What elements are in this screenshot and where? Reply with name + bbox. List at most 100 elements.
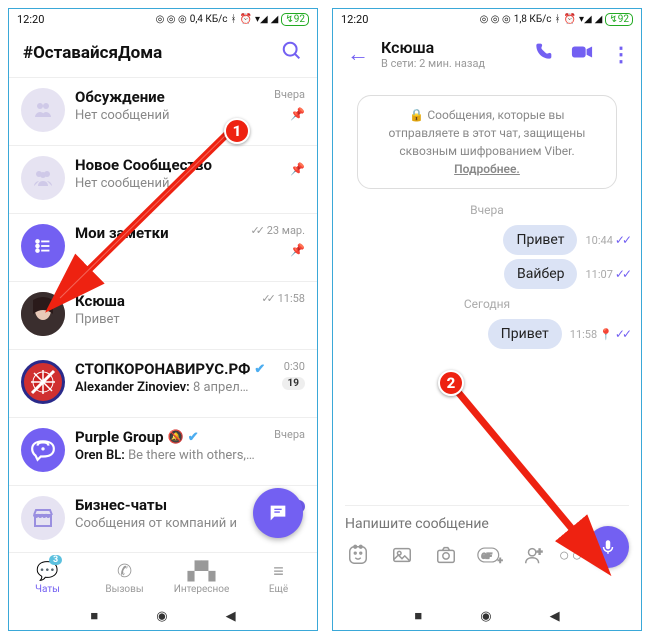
nav-calls[interactable]: ✆ Вызовы: [86, 553, 163, 602]
status-data: 0,4 КБ/с: [190, 14, 228, 25]
recent-apps-button[interactable]: ■: [90, 608, 98, 624]
chat-row-notes[interactable]: Мои заметки ✓✓ 23 мар.📌: [9, 213, 317, 281]
nav-label: Чаты: [35, 584, 60, 595]
battery-indicator: ↯92: [281, 13, 309, 26]
annotation-marker-2: 2: [438, 370, 464, 396]
bluetooth-icon: ᚼ: [230, 14, 236, 25]
wifi-icon: ▾◢: [255, 14, 268, 25]
chat-row-community[interactable]: Новое Сообщество Нет сообщений 📌: [9, 145, 317, 213]
conversation-header: ← Ксюша В сети: 2 мин. назад ⋮: [333, 29, 641, 79]
signal-icon: ◢: [595, 14, 603, 25]
nav-label: Интересное: [174, 584, 230, 595]
message-row[interactable]: Привет 10:44 ✓✓: [345, 225, 629, 255]
home-button[interactable]: ◉: [156, 609, 167, 624]
conversation-body[interactable]: 🔒 Сообщения, которые вы отправляете в эт…: [333, 79, 641, 539]
compose-fab[interactable]: [253, 488, 303, 538]
verified-icon: ✔: [254, 362, 265, 377]
chat-time: 0:30: [284, 360, 305, 373]
chat-title: Новое Сообщество: [75, 156, 305, 174]
video-icon[interactable]: [571, 44, 593, 64]
chat-time: ✓✓ 11:58: [261, 292, 305, 305]
nav-explore[interactable]: ▞▚ Интересное: [163, 553, 240, 602]
lock-icon: 🔒: [409, 108, 424, 122]
message-row[interactable]: Вайбер 11:07 ✓✓: [345, 259, 629, 289]
chat-row-ksyusha[interactable]: Ксюша Привет ✓✓ 11:58: [9, 281, 317, 349]
status-time: 12:20: [341, 13, 368, 26]
conversation-status: В сети: 2 мин. назад: [381, 57, 525, 70]
phone-chats-screen: 12:20 ◎ ◎ ◎ 0,4 КБ/с ᚼ ⏰ ▾◢ ◢ ↯92 #Остав…: [8, 8, 318, 631]
bottom-nav: 💬 3 Чаты ✆ Вызовы ▞▚ Интересное ≡ Ещё: [9, 552, 317, 602]
bluetooth-icon: ᚼ: [554, 14, 560, 25]
nav-label: Вызовы: [105, 584, 143, 595]
status-data: 1,8 КБ/с: [514, 14, 552, 25]
back-icon[interactable]: ←: [343, 37, 373, 71]
back-button[interactable]: ◀: [550, 609, 560, 624]
chat-time: Вчера: [274, 88, 305, 101]
call-icon[interactable]: [533, 42, 553, 66]
signal-icon: ◢: [271, 14, 279, 25]
unread-badge: 19: [282, 377, 305, 390]
chat-row-purple-group[interactable]: Purple Group 🔕 ✔ Oren BL: Be there with …: [9, 417, 317, 485]
status-bar: 12:20 ◎ ◎ ◎ 0,4 КБ/с ᚼ ⏰ ▾◢ ◢ ↯92: [9, 9, 317, 29]
message-text: Привет: [488, 319, 562, 349]
avatar: [21, 292, 65, 336]
message-time: 11:07 ✓✓: [585, 267, 629, 281]
chat-subtitle: Нет сообщений: [75, 176, 255, 191]
app-hashtag-title: #ОставайсяДома: [23, 43, 162, 63]
android-nav: ■ ◉ ◀: [333, 602, 641, 630]
nav-more[interactable]: ≡ Ещё: [240, 553, 317, 602]
mic-button[interactable]: [587, 526, 629, 568]
chat-row-stopcorona[interactable]: СТОПКОРОНАВИРУС.РФ ✔ Alexander Zinoviev:…: [9, 349, 317, 417]
home-button[interactable]: ◉: [480, 609, 491, 624]
alarm-icon: ⏰: [563, 14, 575, 25]
avatar: [21, 496, 65, 540]
mention-icon[interactable]: +: [521, 542, 547, 568]
status-indicators: ◎ ◎ ◎ 0,4 КБ/с ᚼ ⏰ ▾◢ ◢ ↯92: [156, 13, 309, 26]
nav-chats[interactable]: 💬 3 Чаты: [9, 553, 86, 602]
chat-title: Обсуждение: [75, 88, 305, 106]
chat-subtitle: Alexander Zinoviev: 8 апреля Владимир Пу…: [75, 380, 255, 395]
nav-badge: 3: [49, 555, 62, 565]
recent-apps-button[interactable]: ■: [414, 608, 422, 624]
gif-icon[interactable]: GIF +: [477, 542, 503, 568]
date-separator: Вчера: [345, 203, 629, 217]
message-input[interactable]: [345, 505, 629, 538]
location-pin-icon: 📍: [599, 328, 613, 341]
encryption-learn-more[interactable]: Подробнее.: [454, 162, 520, 176]
muted-icon: 🔕: [168, 430, 184, 445]
grid-icon: ▞▚: [188, 561, 216, 582]
menu-icon: ≡: [273, 561, 284, 582]
phone-icon: ✆: [117, 561, 132, 582]
conversation-title[interactable]: Ксюша: [381, 38, 525, 57]
alarm-icon: ⏰: [239, 14, 251, 25]
svg-text:GIF: GIF: [481, 552, 493, 560]
android-nav: ■ ◉ ◀: [9, 602, 317, 630]
camera-icon[interactable]: [433, 542, 459, 568]
chat-list: Обсуждение Нет сообщений Вчера 📌 Новое Со…: [9, 77, 317, 553]
back-button[interactable]: ◀: [226, 609, 236, 624]
more-icon[interactable]: ⋮: [611, 42, 631, 66]
phone-conversation-screen: 12:20 ◎ ◎ ◎ 1,8 КБ/с ᚼ ⏰ ▾◢ ◢ ↯92 ← Ксюш…: [332, 8, 642, 631]
pin-icon: 📌: [251, 243, 305, 257]
avatar: [21, 224, 65, 268]
chat-title: СТОПКОРОНАВИРУС.РФ ✔: [75, 360, 305, 378]
chat-time: ✓✓ 23 мар.: [251, 224, 305, 237]
svg-text:+: +: [498, 556, 503, 566]
gallery-icon[interactable]: [389, 542, 415, 568]
message-row[interactable]: Привет 11:58 📍 ✓✓: [345, 319, 629, 349]
search-icon[interactable]: [281, 40, 303, 66]
chat-title: Purple Group 🔕 ✔: [75, 428, 305, 446]
chat-subtitle: Привет: [75, 312, 255, 327]
battery-indicator: ↯92: [605, 13, 633, 26]
annotation-marker-1: 1: [224, 118, 250, 144]
status-bar: 12:20 ◎ ◎ ◎ 1,8 КБ/с ᚼ ⏰ ▾◢ ◢ ↯92: [333, 9, 641, 29]
status-time: 12:20: [17, 13, 44, 26]
sticker-icon[interactable]: [345, 542, 371, 568]
pin-icon: 📌: [290, 162, 305, 176]
chat-row-discussion[interactable]: Обсуждение Нет сообщений Вчера📌: [9, 77, 317, 145]
pin-icon: 📌: [274, 107, 305, 121]
chat-subtitle: Oren BL: Be there with others, even when…: [75, 448, 255, 463]
message-time: 10:44 ✓✓: [585, 233, 629, 247]
avatar: [21, 428, 65, 472]
chat-time: Вчера: [274, 428, 305, 441]
